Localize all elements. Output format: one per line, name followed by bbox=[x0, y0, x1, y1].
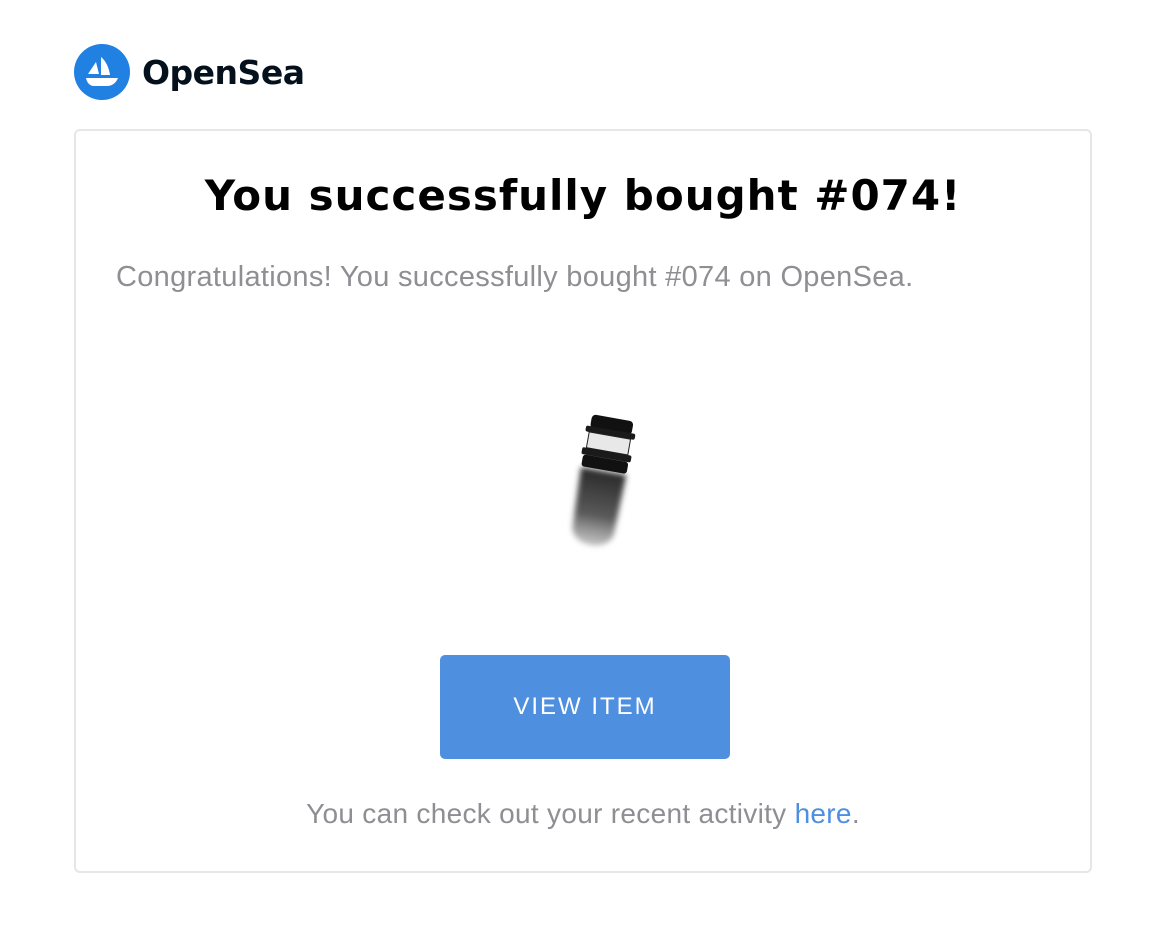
recent-activity-period: . bbox=[851, 798, 860, 829]
brand-name: OpenSea bbox=[142, 52, 305, 92]
recent-activity-link[interactable]: here bbox=[795, 798, 852, 829]
purchase-card: You successfully bought #074! Congratula… bbox=[74, 129, 1092, 873]
card-title: You successfully bought #074! bbox=[204, 171, 962, 220]
recent-activity-text: You can check out your recent activity h… bbox=[76, 798, 1090, 830]
opensea-ship-icon bbox=[74, 44, 130, 100]
brand-header[interactable]: OpenSea bbox=[74, 44, 305, 100]
email-page: OpenSea You successfully bought #074! Co… bbox=[0, 0, 1170, 925]
view-item-button[interactable]: VIEW ITEM bbox=[440, 655, 730, 759]
card-subtitle: Congratulations! You successfully bought… bbox=[116, 261, 914, 293]
opensea-logo-icon bbox=[74, 44, 130, 100]
recent-activity-label: You can check out your recent activity bbox=[306, 798, 795, 829]
nft-item-image bbox=[572, 414, 636, 546]
